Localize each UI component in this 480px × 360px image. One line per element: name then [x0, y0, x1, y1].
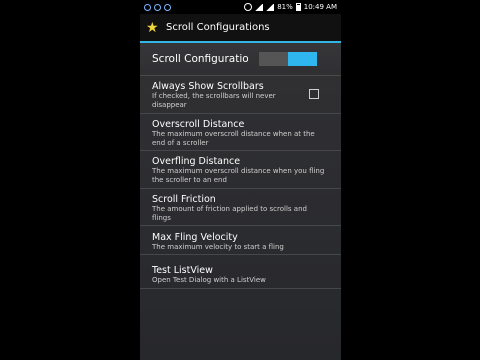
status-icons: 81% 10:49 AM: [244, 3, 341, 11]
signal-icon: [266, 3, 275, 11]
action-bar: ★ Scroll Configurations: [140, 14, 341, 43]
pref-scroll-friction[interactable]: Scroll Friction The amount of friction a…: [140, 189, 341, 226]
signal-icon: [255, 3, 264, 11]
notification-icon: [144, 3, 151, 11]
pref-test-listview[interactable]: Test ListView Open Test Dialog with a Li…: [140, 255, 341, 289]
pref-always-show-scrollbars[interactable]: Always Show Scrollbars If checked, the s…: [140, 76, 341, 114]
pref-title: Always Show Scrollbars: [152, 81, 264, 92]
scrollbars-checkbox[interactable]: [309, 89, 319, 99]
toggle-off-segment: [259, 52, 288, 66]
pref-summary: Open Test Dialog with a ListView: [152, 276, 266, 284]
app-star-icon[interactable]: ★: [146, 21, 160, 35]
pref-overfling-distance[interactable]: Overfling Distance The maximum overscrol…: [140, 151, 341, 189]
notification-icons: [140, 3, 171, 11]
action-bar-title: Scroll Configurations: [166, 22, 270, 33]
alarm-icon: [244, 3, 253, 11]
header-label: Scroll Configuration: [152, 53, 248, 65]
toggle-on-segment: [288, 52, 317, 66]
pref-title: Overfling Distance: [152, 156, 241, 167]
phone-screen: 81% 10:49 AM ★ Scroll Configurations Scr…: [140, 0, 341, 360]
clock: 10:49 AM: [303, 3, 337, 11]
notification-icon: [154, 3, 161, 11]
battery-percent: 81%: [277, 3, 293, 11]
notification-icon: [164, 3, 171, 11]
pref-summary: The maximum velocity to start a fling: [152, 243, 284, 251]
pref-summary: The maximum overscroll distance when at …: [152, 130, 315, 147]
battery-icon: [295, 3, 301, 11]
scroll-configuration-header: Scroll Configuration: [140, 43, 341, 76]
preference-list: Scroll Configuration Always Show Scrollb…: [140, 43, 341, 289]
pref-summary: If checked, the scrollbars will never di…: [152, 92, 276, 109]
pref-title: Scroll Friction: [152, 194, 216, 205]
pref-summary: The maximum overscroll distance when you…: [152, 167, 325, 184]
pref-title: Test ListView: [152, 265, 213, 276]
pref-title: Overscroll Distance: [152, 119, 245, 130]
status-bar: 81% 10:49 AM: [140, 0, 341, 14]
pref-title: Max Fling Velocity: [152, 232, 238, 243]
master-toggle-switch[interactable]: [259, 52, 317, 66]
pref-summary: The amount of friction applied to scroll…: [152, 205, 307, 222]
pref-overscroll-distance[interactable]: Overscroll Distance The maximum overscro…: [140, 114, 341, 151]
pref-max-fling-velocity[interactable]: Max Fling Velocity The maximum velocity …: [140, 226, 341, 255]
